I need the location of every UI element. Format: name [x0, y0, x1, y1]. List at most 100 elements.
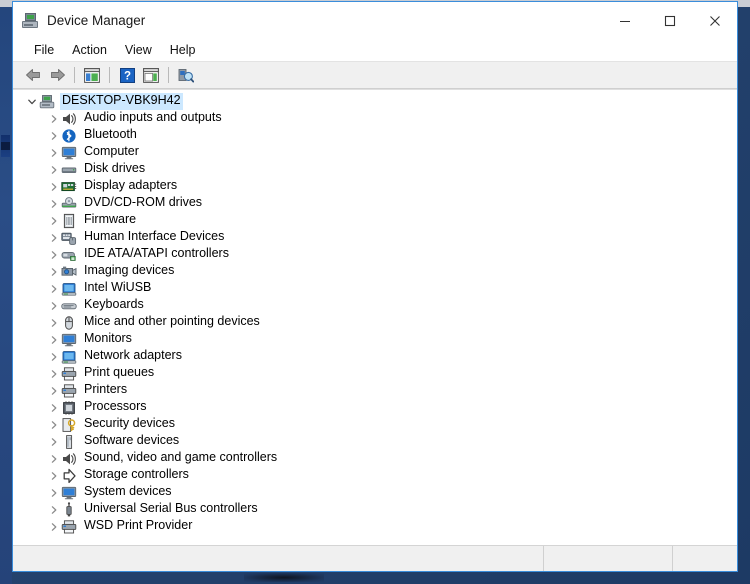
software-device-icon	[61, 434, 77, 450]
tree-item[interactable]: Sound, video and game controllers	[13, 450, 737, 467]
chevron-right-icon[interactable]	[47, 484, 61, 501]
tree-item[interactable]: Security devices	[13, 416, 737, 433]
tree-item[interactable]: Software devices	[13, 433, 737, 450]
chevron-right-icon[interactable]	[47, 365, 61, 382]
tree-item[interactable]: Monitors	[13, 331, 737, 348]
tree-item[interactable]: Intel WiUSB	[13, 280, 737, 297]
background-window-sliver	[1, 135, 10, 157]
tree-item[interactable]: Audio inputs and outputs	[13, 110, 737, 127]
tree-item-label: DVD/CD-ROM drives	[84, 195, 203, 210]
tree-item[interactable]: System devices	[13, 484, 737, 501]
properties-button[interactable]	[139, 64, 163, 86]
chevron-right-icon[interactable]	[47, 178, 61, 195]
tree-item[interactable]: Display adapters	[13, 178, 737, 195]
toolbar-separator-2	[109, 67, 110, 83]
desktop-background: Device Manager File Action View Help ? D…	[0, 0, 750, 584]
disk-drive-icon	[61, 162, 77, 178]
tree-root-label: DESKTOP-VBK9H42	[60, 93, 183, 110]
tree-item-label: Imaging devices	[84, 263, 175, 278]
back-button[interactable]	[21, 64, 45, 86]
menu-file[interactable]: File	[25, 42, 63, 59]
scan-hardware-icon	[178, 68, 194, 82]
device-manager-window: Device Manager File Action View Help ? D…	[12, 1, 738, 572]
tree-children-container: Audio inputs and outputs Bluetooth Compute…	[13, 110, 737, 535]
tree-item[interactable]: Printers	[13, 382, 737, 399]
chevron-right-icon[interactable]	[47, 263, 61, 280]
forward-button[interactable]	[45, 64, 69, 86]
tree-item[interactable]: Disk drives	[13, 161, 737, 178]
chevron-right-icon[interactable]	[47, 416, 61, 433]
menu-help[interactable]: Help	[161, 42, 205, 59]
minimize-button[interactable]	[602, 2, 647, 39]
chevron-right-icon[interactable]	[47, 501, 61, 518]
show-hide-console-tree-button[interactable]	[80, 64, 104, 86]
chevron-right-icon[interactable]	[47, 399, 61, 416]
chevron-right-icon[interactable]	[47, 467, 61, 484]
printer-icon	[61, 383, 77, 399]
chevron-right-icon[interactable]	[47, 144, 61, 161]
desktop-left-edge	[0, 7, 12, 584]
tree-item[interactable]: IDE ATA/ATAPI controllers	[13, 246, 737, 263]
tree-item[interactable]: Universal Serial Bus controllers	[13, 501, 737, 518]
window-controls	[602, 2, 737, 39]
chevron-right-icon[interactable]	[47, 314, 61, 331]
console-tree-icon	[84, 67, 100, 83]
chevron-right-icon[interactable]	[47, 212, 61, 229]
hid-icon	[61, 230, 77, 246]
chevron-right-icon[interactable]	[47, 433, 61, 450]
chevron-right-icon[interactable]	[47, 246, 61, 263]
tree-item[interactable]: Storage controllers	[13, 467, 737, 484]
tree-item-label: Audio inputs and outputs	[84, 110, 222, 125]
chevron-down-icon[interactable]	[25, 93, 39, 110]
tree-item[interactable]: Mice and other pointing devices	[13, 314, 737, 331]
tree-item[interactable]: Human Interface Devices	[13, 229, 737, 246]
chevron-right-icon[interactable]	[47, 280, 61, 297]
tree-item[interactable]: Network adapters	[13, 348, 737, 365]
tree-item[interactable]: Bluetooth	[13, 127, 737, 144]
help-button[interactable]: ?	[115, 64, 139, 86]
toolbar: ?	[13, 61, 737, 89]
tree-item[interactable]: Computer	[13, 144, 737, 161]
tree-item[interactable]: DVD/CD-ROM drives	[13, 195, 737, 212]
tree-item-label: Computer	[84, 144, 139, 159]
menu-view[interactable]: View	[116, 42, 161, 59]
tree-item[interactable]: WSD Print Provider	[13, 518, 737, 535]
tree-root-node[interactable]: DESKTOP-VBK9H42	[13, 93, 737, 110]
display-adapter-icon	[61, 179, 77, 195]
chevron-right-icon[interactable]	[47, 297, 61, 314]
firmware-chip-icon	[61, 213, 77, 229]
chevron-right-icon[interactable]	[47, 110, 61, 127]
maximize-button[interactable]	[647, 2, 692, 39]
scan-hardware-changes-button[interactable]	[174, 64, 198, 86]
tree-item[interactable]: Imaging devices	[13, 263, 737, 280]
tree-item[interactable]: Processors	[13, 399, 737, 416]
chevron-right-icon[interactable]	[47, 195, 61, 212]
tree-item[interactable]: Keyboards	[13, 297, 737, 314]
chevron-right-icon[interactable]	[47, 127, 61, 144]
printer-icon	[61, 366, 77, 382]
chevron-right-icon[interactable]	[47, 382, 61, 399]
tree-item-label: Intel WiUSB	[84, 280, 152, 295]
chevron-right-icon[interactable]	[47, 161, 61, 178]
computer-node-icon	[39, 94, 55, 110]
tree-item-label: Network adapters	[84, 348, 182, 363]
status-segment-3	[673, 546, 737, 571]
chevron-right-icon[interactable]	[47, 348, 61, 365]
mouse-icon	[61, 315, 77, 331]
window-titlebar[interactable]: Device Manager	[13, 2, 737, 39]
device-tree[interactable]: DESKTOP-VBK9H42 Audio inputs and outputs…	[13, 89, 737, 545]
chevron-right-icon[interactable]	[47, 331, 61, 348]
tree-item-label: Keyboards	[84, 297, 144, 312]
toolbar-separator-1	[74, 67, 75, 83]
menu-action[interactable]: Action	[63, 42, 116, 59]
tree-item-label: Firmware	[84, 212, 137, 227]
tree-item[interactable]: Print queues	[13, 365, 737, 382]
tree-item[interactable]: Firmware	[13, 212, 737, 229]
chevron-right-icon[interactable]	[47, 518, 61, 535]
svg-text:?: ?	[123, 70, 130, 82]
keyboard-icon	[61, 298, 77, 314]
chevron-right-icon[interactable]	[47, 229, 61, 246]
tree-item-label: Display adapters	[84, 178, 178, 193]
chevron-right-icon[interactable]	[47, 450, 61, 467]
close-button[interactable]	[692, 2, 737, 39]
